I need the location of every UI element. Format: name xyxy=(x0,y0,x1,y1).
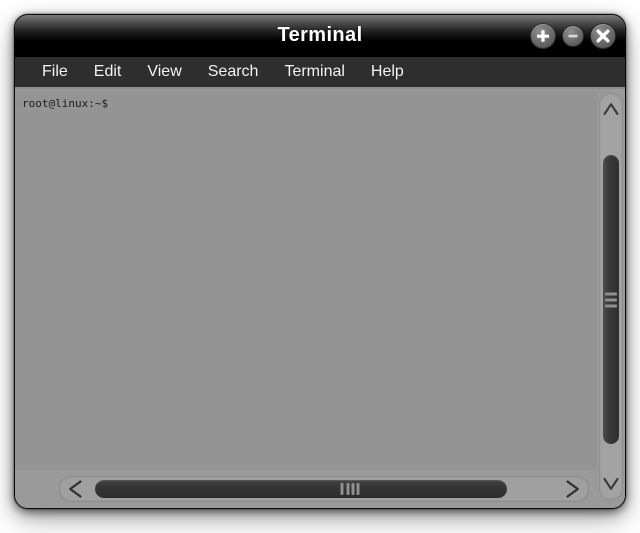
horizontal-scrollbar-thumb[interactable] xyxy=(95,480,507,498)
menu-item-terminal[interactable]: Terminal xyxy=(271,61,357,83)
terminal-prompt: root@linux:~$ xyxy=(22,97,109,110)
menu-item-help[interactable]: Help xyxy=(358,61,417,83)
terminal-body: root@linux:~$ xyxy=(15,91,625,508)
minimize-button[interactable] xyxy=(562,25,584,47)
close-button[interactable] xyxy=(590,23,616,49)
vertical-scrollbar[interactable] xyxy=(599,93,623,500)
chevron-up-icon xyxy=(603,103,619,116)
scroll-right-button[interactable] xyxy=(557,476,587,502)
menu-item-view[interactable]: View xyxy=(134,61,194,83)
menu-bar: File Edit View Search Terminal Help xyxy=(15,57,625,89)
menu-item-edit[interactable]: Edit xyxy=(81,61,135,83)
terminal-screen[interactable]: root@linux:~$ xyxy=(15,91,597,470)
scroll-up-button[interactable] xyxy=(599,95,623,123)
grip-lines-icon xyxy=(340,483,360,495)
scroll-down-button[interactable] xyxy=(599,470,623,498)
plus-icon xyxy=(537,30,549,42)
menu-item-file[interactable]: File xyxy=(29,61,81,83)
vertical-scrollbar-thumb[interactable] xyxy=(603,155,619,444)
chevron-down-icon xyxy=(603,477,619,490)
close-icon xyxy=(596,29,610,43)
window-controls xyxy=(530,23,616,49)
horizontal-scrollbar[interactable] xyxy=(59,476,589,502)
menu-item-search[interactable]: Search xyxy=(195,61,272,83)
grip-lines-icon xyxy=(605,292,617,307)
terminal-window: Terminal File Edit View Search Terminal … xyxy=(14,14,626,509)
scroll-left-button[interactable] xyxy=(61,476,91,502)
title-bar[interactable]: Terminal xyxy=(15,15,625,57)
minus-icon xyxy=(568,34,578,38)
chevron-left-icon xyxy=(69,480,82,498)
chevron-right-icon xyxy=(566,480,579,498)
maximize-button[interactable] xyxy=(530,23,556,49)
